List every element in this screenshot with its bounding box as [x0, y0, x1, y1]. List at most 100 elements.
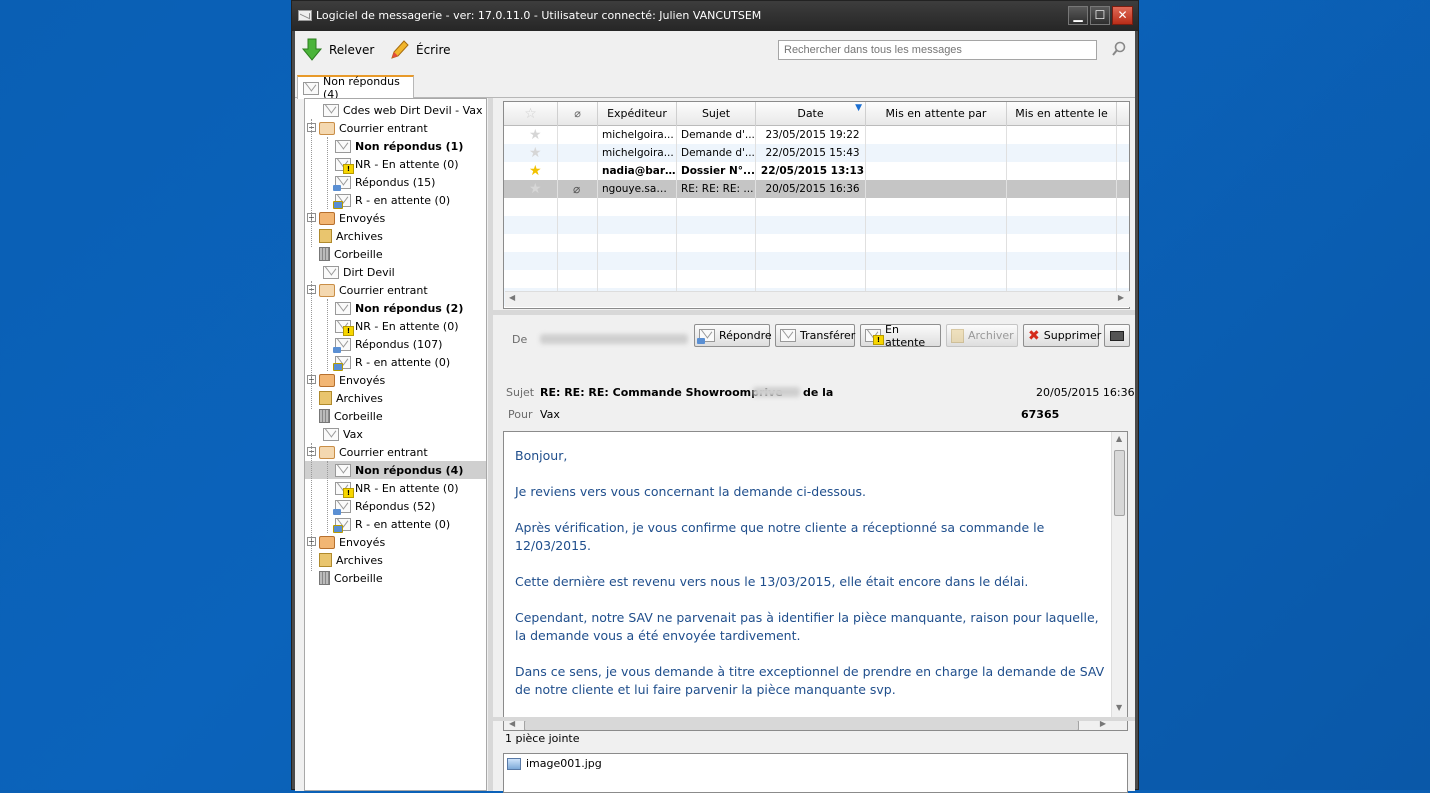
pending-icon — [865, 329, 884, 345]
envelope-reply-warning-icon — [333, 193, 351, 209]
cell — [602, 198, 677, 216]
col-star[interactable]: ☆ — [504, 102, 558, 126]
tree-item[interactable]: R - en attente (0) — [333, 353, 450, 371]
date-cell: 20/05/2015 16:36 — [760, 180, 866, 198]
tree-item[interactable]: Cdes web Dirt Devil - Vax — [323, 101, 483, 119]
body-paragraph: Cette dernière est revenu vers nous le 1… — [515, 574, 1029, 589]
attachment-list: image001.jpg — [503, 753, 1128, 793]
reply-button[interactable]: Répondre — [694, 324, 772, 347]
tree-item[interactable]: Vax — [323, 425, 363, 443]
tab-bar: Non répondus (4) — [295, 71, 1135, 101]
tree-item[interactable]: NR - En attente (0) — [335, 155, 459, 174]
subject-label: Sujet — [506, 386, 535, 399]
col-attachment[interactable]: ⌀ — [558, 102, 598, 126]
star-icon[interactable]: ★ — [529, 182, 542, 196]
cell — [602, 216, 677, 234]
tree-item[interactable]: Non répondus (2) — [335, 299, 463, 317]
search-input[interactable] — [778, 40, 1097, 60]
cell — [1011, 144, 1117, 162]
tree-item[interactable]: Répondus (15) — [333, 173, 435, 191]
envelope-reply-icon — [333, 175, 351, 191]
sender-cell: michelgoira... — [602, 126, 677, 144]
scroll-left-icon[interactable]: ◀ — [509, 293, 515, 302]
forward-icon — [780, 329, 796, 342]
cell — [760, 198, 866, 216]
body-vscrollbar[interactable]: ▲ ▼ — [1111, 432, 1127, 730]
star-icon[interactable]: ★ — [529, 146, 542, 160]
tree-item[interactable]: Archives — [319, 227, 383, 245]
cell — [602, 252, 677, 270]
cell — [681, 216, 756, 234]
tree-item[interactable]: Envoyés — [319, 209, 385, 227]
subject-cell: Dossier N°... — [681, 162, 756, 180]
close-button[interactable]: ✕ — [1112, 6, 1133, 25]
message-list: ☆ ⌀ Expéditeur Sujet Date ▼ Mis en attent… — [503, 101, 1130, 309]
vscroll-thumb[interactable] — [1114, 450, 1125, 516]
cell — [602, 234, 677, 252]
pending-button[interactable]: En attente — [860, 323, 941, 349]
message-body[interactable]: Bonjour, Je reviens vers vous concernant… — [503, 431, 1128, 731]
maximize-button[interactable]: ☐ — [1090, 6, 1110, 25]
col-pending-date[interactable]: Mis en attente le — [1007, 102, 1117, 126]
col-sender[interactable]: Expéditeur — [598, 102, 677, 126]
archive-button[interactable]: Archiver — [946, 324, 1018, 347]
main-toolbar: Relever Écrire — [295, 31, 1135, 69]
forward-button[interactable]: Transférer — [775, 324, 855, 347]
message-row[interactable]: ngouye.sam... RE: RE: RE: ... 20/05/2015 1… — [504, 180, 1129, 198]
tree-item[interactable]: Courrier entrant — [319, 443, 428, 461]
tree-item[interactable]: Non répondus (4) — [305, 461, 486, 479]
tree-item[interactable]: Archives — [319, 551, 383, 569]
subject-redacted — [753, 387, 800, 397]
scroll-up-icon[interactable]: ▲ — [1116, 434, 1122, 443]
col-pending-by[interactable]: Mis en attente par — [866, 102, 1007, 126]
body-paragraph: Je reviens vers vous concernant la deman… — [515, 484, 866, 499]
tree-item-label: NR - En attente (0) — [355, 319, 459, 333]
tree-item[interactable]: Dirt Devil — [323, 263, 395, 281]
tree-item[interactable]: Répondus (52) — [333, 497, 435, 515]
attachment-item[interactable]: image001.jpg — [507, 757, 602, 770]
message-row[interactable]: michelgoira... Demande d'... 23/05/2015 19… — [504, 126, 1129, 144]
star-icon[interactable]: ★ — [529, 164, 542, 178]
tree-item[interactable]: Envoyés — [319, 533, 385, 551]
tree-item[interactable]: Répondus (107) — [333, 335, 442, 353]
tree-item[interactable]: Archives — [319, 389, 383, 407]
tree-item[interactable]: Courrier entrant — [319, 281, 428, 299]
delete-button[interactable]: ✖ Supprimer — [1023, 324, 1101, 347]
write-button[interactable]: Écrire — [388, 38, 451, 62]
horizontal-splitter[interactable] — [493, 310, 1135, 315]
tree-item[interactable]: Non répondus (1) — [335, 137, 463, 155]
tree-item[interactable]: NR - En attente (0) — [335, 479, 459, 498]
message-row[interactable]: michelgoira... Demande d'... 22/05/2015 15… — [504, 144, 1129, 162]
col-date[interactable]: Date ▼ — [756, 102, 866, 126]
search-icon[interactable] — [1111, 41, 1127, 57]
scroll-right-icon[interactable]: ▶ — [1118, 293, 1124, 302]
tree-item[interactable]: Courrier entrant — [319, 119, 428, 137]
star-icon[interactable]: ★ — [529, 128, 542, 142]
list-hscrollbar[interactable]: ◀ ▶ — [505, 291, 1130, 307]
col-subject[interactable]: Sujet — [677, 102, 756, 126]
message-date: 20/05/2015 16:36 — [1036, 386, 1135, 399]
minimize-button[interactable]: ▁ — [1068, 6, 1088, 25]
tree-item[interactable]: R - en attente (0) — [333, 191, 450, 209]
inbox-icon — [319, 283, 335, 297]
archive-icon — [319, 391, 332, 405]
pencil-icon — [391, 40, 409, 59]
empty-row — [504, 252, 1129, 270]
print-button[interactable] — [1104, 324, 1130, 347]
fetch-button[interactable]: Relever — [301, 38, 374, 62]
tree-item[interactable]: Envoyés — [319, 371, 385, 389]
paperclip-header-icon: ⌀ — [574, 107, 581, 120]
tab-non-repondus[interactable]: Non répondus (4) — [297, 75, 414, 101]
tree-item[interactable]: NR - En attente (0) — [335, 317, 459, 336]
forward-label: Transférer — [800, 329, 856, 342]
attachments-title: 1 pièce jointe — [505, 732, 580, 745]
subject-value: RE: RE: RE: Commande Showroomprive — [540, 386, 783, 399]
tree-item[interactable]: R - en attente (0) — [333, 515, 450, 533]
scroll-down-icon[interactable]: ▼ — [1116, 703, 1122, 712]
message-row[interactable]: nadia@barr... Dossier N°... 22/05/2015 13:… — [504, 162, 1129, 180]
printer-icon — [1110, 330, 1124, 341]
tree-item[interactable]: Corbeille — [319, 569, 383, 587]
tree-item-label: Courrier entrant — [339, 121, 428, 135]
sent-icon — [319, 211, 335, 225]
inbox-icon — [319, 445, 335, 459]
